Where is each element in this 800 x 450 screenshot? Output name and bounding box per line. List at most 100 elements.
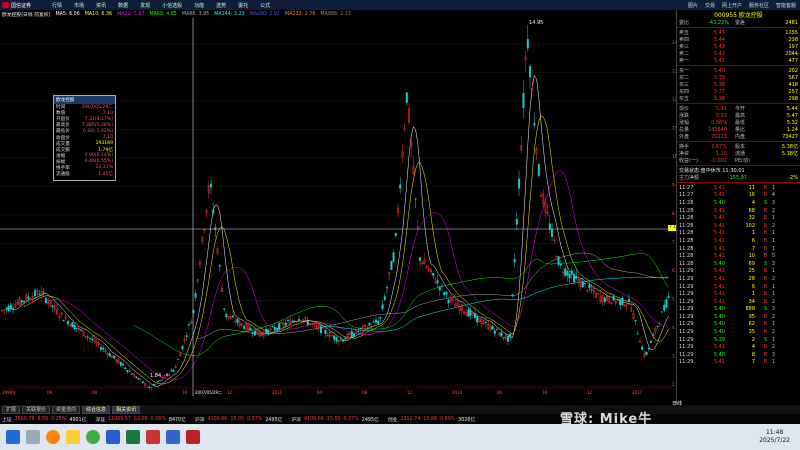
menu-item-discover[interactable]: 发现 — [140, 2, 150, 9]
low-label: 1.84 — [150, 373, 161, 379]
tick-row: 11:28 5.40 69 S 3 — [677, 260, 800, 268]
orderbook-row: 卖四 5.44 238 — [677, 36, 800, 44]
stat-label: 涨跌 — [679, 113, 690, 119]
menu-item-order[interactable]: 委托 — [238, 2, 248, 9]
candle-body — [436, 280, 439, 284]
tab-related-quote[interactable]: 关联报价 — [22, 405, 51, 414]
index-value: 4100.66 — [207, 416, 228, 422]
windows-start-icon[interactable] — [6, 430, 20, 444]
orderbook-volume: 2044 — [785, 50, 798, 57]
tab-capital-flow[interactable]: 资金流向 — [52, 405, 81, 414]
tick-time: 11:29 — [679, 329, 694, 336]
app-icon[interactable] — [146, 430, 160, 444]
menu-right-support[interactable]: 智能客服 — [776, 2, 796, 9]
infobox-row-value: 7.31(4.17%) — [84, 116, 113, 122]
app-icon[interactable] — [166, 430, 180, 444]
chart-title: 欧龙控股(日线 前复权) — [2, 12, 51, 18]
menu-item-stock-picker[interactable]: 小信选股 — [162, 2, 182, 9]
ma-label: MA144: 3.23 — [214, 11, 245, 17]
tick-volume: 34 — [748, 298, 755, 305]
candle-body — [165, 373, 168, 377]
clock-time: 11:48 — [765, 429, 784, 436]
menu-item-formula[interactable]: 公式 — [260, 2, 270, 9]
index-pct: 0.56% — [150, 416, 166, 422]
stat-value: 5.32 — [786, 119, 798, 126]
infobox-row-label: 收盘价 — [56, 135, 70, 141]
stat-label: 流通 — [735, 151, 746, 157]
browser-icon[interactable] — [46, 430, 60, 444]
brand-icon — [2, 2, 9, 8]
index-pct: 0.25% — [51, 416, 67, 422]
tab-related-news[interactable]: 相关资讯 — [112, 405, 141, 414]
candle-body — [647, 347, 650, 350]
tick-count: 1 — [771, 184, 775, 191]
orderbook-volume: 257 — [788, 88, 798, 95]
candle-body — [619, 299, 622, 306]
quote-panel: 000955 欧龙控股 委比 -43.22% 委差 2481 卖五 5.45 115… — [676, 10, 800, 405]
candle-body — [119, 362, 122, 366]
tab-extend[interactable]: 扩展 — [2, 405, 21, 414]
kline-chart[interactable]: 14.95 1.84 1999年 08 08 2007/05/29二 10 12 2011 0… — [0, 18, 672, 396]
tab-overview[interactable]: 综合信息 — [82, 405, 111, 414]
ma-line — [133, 253, 669, 356]
tick-time: 11:28 — [679, 215, 694, 222]
orderbook-label: 买五 — [679, 96, 690, 102]
candle-body — [564, 268, 567, 276]
menu-right-community[interactable]: 服务社区 — [749, 2, 769, 9]
menu-right-open-account[interactable]: 网上开户 — [722, 2, 742, 9]
menu-item-functions[interactable]: 功能 — [194, 2, 204, 9]
system-clock[interactable]: 11:48 2025/7/22 — [759, 429, 790, 445]
orderbook-volume: 1155 — [785, 29, 798, 36]
menu-item-news[interactable]: 资讯 — [96, 2, 106, 9]
ma-line — [195, 252, 669, 339]
tick-time: 11:29 — [679, 298, 694, 305]
tick-price: 5.39 — [713, 336, 725, 343]
tick-direction: S — [763, 306, 767, 313]
stock-app-icon[interactable] — [186, 430, 200, 444]
tick-time: 11:28 — [679, 207, 694, 214]
bottom-tabs: 扩展 关联报价 资金流向 综合信息 相关资讯 — [0, 405, 800, 414]
candle-body — [443, 292, 446, 295]
menu-item-market[interactable]: 市场 — [74, 2, 84, 9]
candle-body — [645, 352, 648, 355]
orderbook-price: 5.42 — [713, 50, 725, 57]
tick-count: 2 — [771, 298, 775, 305]
menu-item-trend[interactable]: 选势 — [216, 2, 226, 9]
stat-label: 最低 — [735, 120, 746, 126]
search-icon[interactable] — [26, 430, 40, 444]
tick-price: 5.40 — [713, 351, 725, 358]
tick-direction: B — [763, 215, 767, 222]
candle-body — [390, 261, 393, 270]
candle-body — [590, 289, 593, 291]
tick-count: 3 — [771, 199, 775, 206]
candle-body — [271, 325, 274, 327]
menu-item-quote[interactable]: 行情 — [52, 2, 62, 9]
ma-label: MA888: 2.13 — [320, 11, 351, 17]
chrome-icon[interactable] — [86, 430, 100, 444]
tick-volume: 2 — [751, 336, 755, 343]
candle-body — [628, 298, 631, 302]
tick-price: 5.41 — [713, 237, 725, 244]
candle-body — [284, 323, 287, 326]
candle-body — [513, 259, 516, 263]
excel-icon[interactable] — [126, 430, 140, 444]
candle-body — [502, 337, 505, 339]
candle-body — [663, 304, 666, 311]
candle-body — [135, 376, 138, 379]
trade-status: 交易状态:盘中休市 11:30:01 — [677, 167, 800, 174]
candle-body — [276, 328, 279, 330]
explorer-icon[interactable] — [66, 430, 80, 444]
weibi-value: -43.22% — [708, 19, 729, 26]
menu-item-data[interactable]: 数据 — [118, 2, 128, 9]
menu-right-picture[interactable]: 图片 — [688, 2, 698, 9]
stat-label: 净资 — [679, 151, 690, 157]
candle-body — [298, 319, 301, 322]
candle-body — [557, 256, 560, 265]
tick-price: 5.41 — [713, 245, 725, 252]
menu-bar: 国信证券 行情 市场 资讯 数据 发现 小信选股 功能 选势 委托 公式 图片 … — [0, 0, 800, 10]
word-icon[interactable] — [106, 430, 120, 444]
candle-body — [126, 370, 129, 372]
tick-direction: B — [763, 283, 767, 290]
orderbook-label: 卖四 — [679, 37, 690, 43]
menu-right-trade[interactable]: 交易 — [705, 2, 715, 9]
